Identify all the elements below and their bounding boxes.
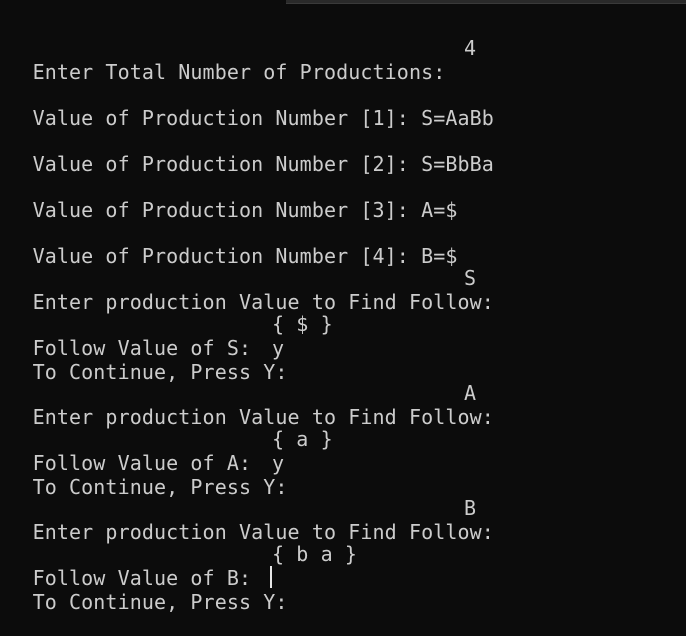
total-productions-line: Enter Total Number of Productions: 4	[0, 36, 476, 84]
production-text-1: Value of Production Number [1]: S=AaBb	[32, 106, 494, 130]
production-line-3: Value of Production Number [3]: A=$	[0, 174, 458, 222]
find-follow-value-3: B	[464, 496, 477, 520]
follow-result-value-1: { $ }	[272, 312, 333, 336]
find-follow-prompt-3: Enter production Value to Find Follow:	[32, 520, 494, 544]
find-follow-value-1: S	[464, 266, 477, 290]
follow-result-value-3: { b a }	[272, 542, 357, 566]
terminal-window[interactable]: Enter Total Number of Productions: 4 Val…	[0, 0, 686, 636]
find-follow-value-2: A	[464, 381, 477, 405]
follow-result-value-2: { a }	[272, 427, 333, 451]
find-follow-line-2: Enter production Value to Find Follow: A	[0, 381, 494, 429]
find-follow-line-3: Enter production Value to Find Follow: B	[0, 496, 494, 544]
follow-result-line-1: Follow Value of S: { $ }	[0, 312, 333, 360]
production-line-2: Value of Production Number [2]: S=BbBa	[0, 128, 494, 176]
production-text-3: Value of Production Number [3]: A=$	[32, 198, 458, 222]
find-follow-prompt-2: Enter production Value to Find Follow:	[32, 405, 494, 429]
follow-result-line-3: Follow Value of B: { b a }	[0, 542, 357, 590]
window-edge	[286, 0, 686, 4]
production-text-4: Value of Production Number [4]: B=$	[32, 244, 458, 268]
continue-value-1: y	[272, 336, 285, 360]
continue-line-2: To Continue, Press Y: y	[0, 451, 288, 499]
continue-value-2: y	[272, 451, 285, 475]
follow-result-line-2: Follow Value of A: { a }	[0, 427, 333, 475]
total-productions-value: 4	[464, 36, 477, 60]
continue-label-3: To Continue, Press Y:	[32, 590, 288, 614]
text-cursor	[270, 566, 272, 588]
continue-line-1: To Continue, Press Y: y	[0, 336, 288, 384]
production-line-1: Value of Production Number [1]: S=AaBb	[0, 82, 494, 130]
production-text-2: Value of Production Number [2]: S=BbBa	[32, 152, 494, 176]
find-follow-prompt-1: Enter production Value to Find Follow:	[32, 290, 494, 314]
production-line-4: Value of Production Number [4]: B=$	[0, 220, 458, 268]
total-productions-prompt: Enter Total Number of Productions:	[32, 60, 446, 84]
continue-line-3[interactable]: To Continue, Press Y:	[0, 566, 288, 614]
find-follow-line-1: Enter production Value to Find Follow: S	[0, 266, 494, 314]
